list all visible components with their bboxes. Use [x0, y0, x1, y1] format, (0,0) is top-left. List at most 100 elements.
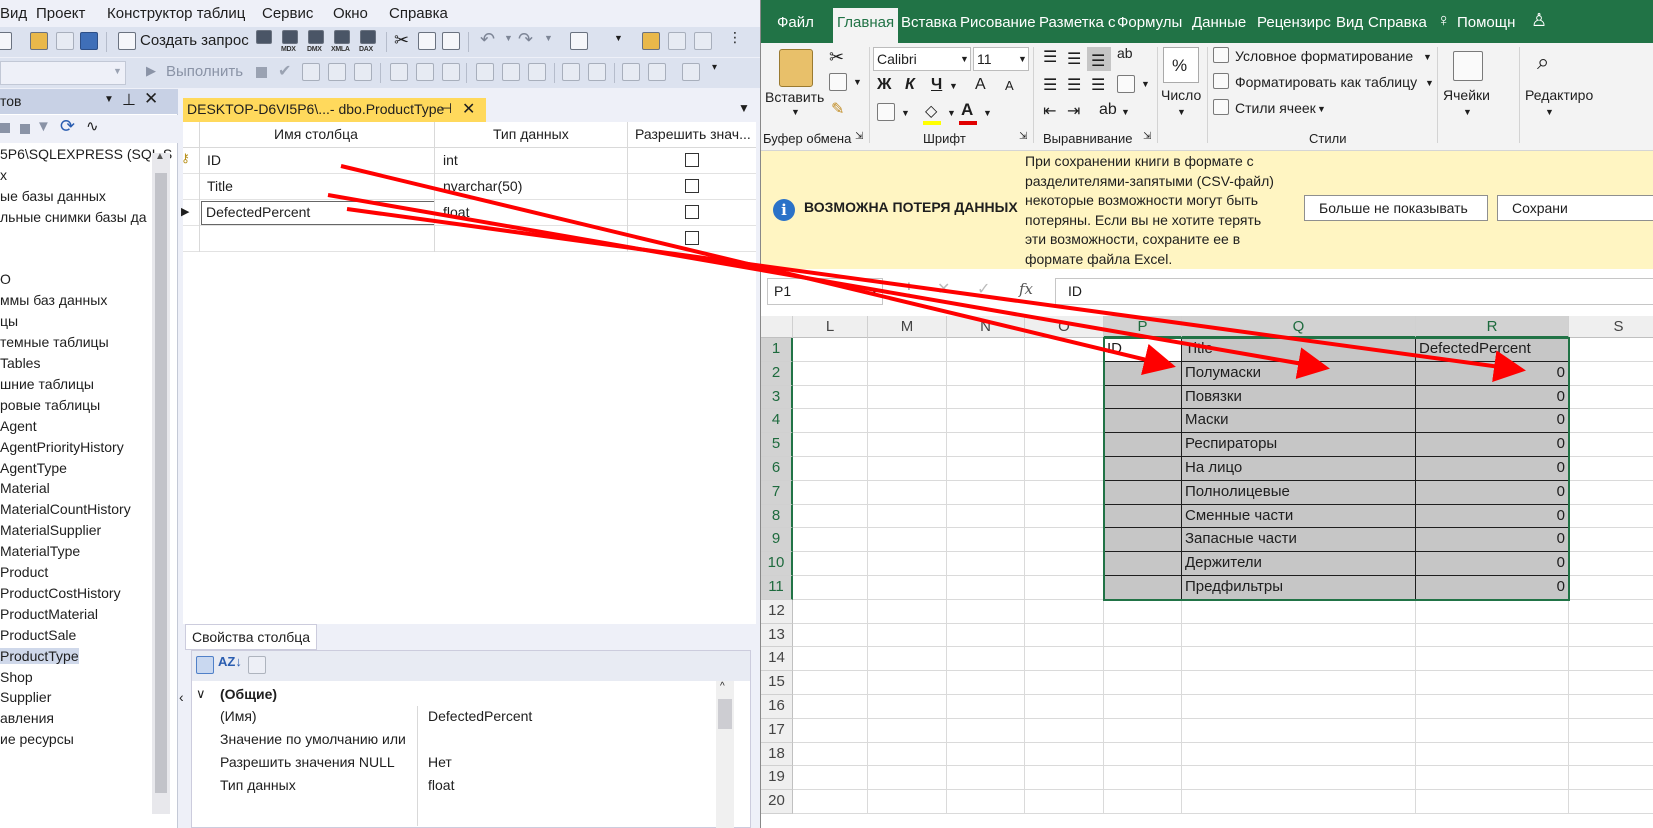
- copy-icon[interactable]: [829, 73, 847, 91]
- cell-styles-button[interactable]: Стили ячеек: [1235, 100, 1316, 116]
- cell[interactable]: [947, 385, 1025, 410]
- align-bottom-icon[interactable]: ☰: [1091, 51, 1105, 71]
- row-header[interactable]: 8: [761, 504, 793, 529]
- cell-q[interactable]: Полнолицевые: [1182, 480, 1416, 505]
- cell[interactable]: [947, 457, 1025, 481]
- merge-dropdown-icon[interactable]: ▼: [1141, 79, 1150, 89]
- dmx-query-icon[interactable]: [308, 30, 324, 44]
- designer-row[interactable]: ⚷ ID int: [181, 148, 756, 174]
- format-as-table-icon[interactable]: [1213, 73, 1229, 89]
- tree-item[interactable]: AgentPriorityHistory: [0, 439, 124, 455]
- xmla-query-icon[interactable]: [334, 30, 350, 44]
- cell-q[interactable]: [1182, 718, 1416, 743]
- menu-table-designer[interactable]: Конструктор таблиц: [107, 5, 245, 22]
- number-format-icon[interactable]: %: [1163, 47, 1199, 83]
- cell-q[interactable]: [1182, 742, 1416, 767]
- cell-s[interactable]: [1569, 600, 1653, 624]
- orientation-dropdown-icon[interactable]: ▼: [1121, 107, 1130, 117]
- cell-s[interactable]: [1569, 457, 1653, 481]
- tree-item[interactable]: ProductCostHistory: [0, 585, 121, 601]
- tab-home[interactable]: Главная: [837, 14, 894, 31]
- scroll-up-icon[interactable]: ^: [720, 681, 725, 692]
- cell-r[interactable]: 0: [1416, 480, 1569, 505]
- cell[interactable]: [793, 457, 868, 481]
- database-dropdown[interactable]: ▼: [0, 61, 126, 85]
- row-header[interactable]: 10: [761, 552, 793, 576]
- new-query-button[interactable]: Создать запрос: [140, 32, 249, 49]
- disconnect-icon[interactable]: [0, 123, 10, 133]
- tree-item[interactable]: цы: [0, 313, 18, 329]
- cell[interactable]: [793, 576, 868, 600]
- close-icon[interactable]: ✕: [462, 99, 475, 119]
- menu-window[interactable]: Окно: [333, 5, 368, 22]
- cell-r[interactable]: 0: [1416, 433, 1569, 457]
- cell-r[interactable]: [1416, 647, 1569, 672]
- font-color-dropdown-icon[interactable]: ▼: [983, 108, 992, 118]
- cell-s[interactable]: [1569, 790, 1653, 814]
- column-name-cell[interactable]: Title: [207, 178, 233, 194]
- row-header[interactable]: 3: [761, 385, 793, 410]
- cell[interactable]: [793, 528, 868, 553]
- property-group-general[interactable]: ∨ (Общие): [192, 684, 732, 706]
- cells-button[interactable]: Ячейки: [1443, 87, 1490, 103]
- refresh-icon[interactable]: ⟳: [60, 116, 75, 137]
- column-properties-tab[interactable]: Свойства столбца: [185, 624, 317, 650]
- cell[interactable]: [793, 695, 868, 719]
- cell[interactable]: [947, 599, 1025, 624]
- cell[interactable]: [793, 480, 868, 505]
- cell[interactable]: [947, 718, 1025, 743]
- number-button[interactable]: Число: [1161, 87, 1201, 103]
- panel-dropdown-icon[interactable]: ▼: [104, 94, 114, 105]
- cell[interactable]: [1025, 742, 1104, 767]
- cell-r[interactable]: 0: [1416, 576, 1569, 600]
- row-header[interactable]: 9: [761, 528, 793, 553]
- cell-s[interactable]: [1569, 552, 1653, 576]
- decrease-font-icon[interactable]: A: [1005, 78, 1014, 93]
- orientation-icon[interactable]: ab: [1099, 101, 1117, 119]
- cell-p[interactable]: [1104, 385, 1182, 410]
- cell[interactable]: [793, 504, 868, 529]
- menu-project[interactable]: Проект: [36, 5, 85, 22]
- tree-item[interactable]: ровые таблицы: [0, 397, 100, 413]
- column-name-cell[interactable]: DefectedPercent: [201, 201, 435, 225]
- cell[interactable]: [793, 552, 868, 576]
- property-value[interactable]: Нет: [428, 754, 452, 770]
- cell[interactable]: [947, 504, 1025, 529]
- open-folder-icon[interactable]: [30, 32, 48, 50]
- tab-data[interactable]: Данные: [1192, 14, 1246, 31]
- cell-r[interactable]: 0: [1416, 457, 1569, 481]
- cell[interactable]: [868, 480, 947, 505]
- mdx-query-icon[interactable]: [282, 30, 298, 44]
- cell[interactable]: [793, 433, 868, 457]
- formula-input[interactable]: ID: [1055, 278, 1653, 305]
- tab-help[interactable]: Справка: [1368, 14, 1427, 31]
- designer-row[interactable]: ▶ DefectedPercent float: [181, 200, 756, 226]
- row-header[interactable]: 1: [761, 338, 793, 362]
- cell[interactable]: [793, 623, 868, 648]
- cell[interactable]: [1025, 480, 1104, 505]
- fill-color-icon[interactable]: ◇: [925, 101, 937, 121]
- toolbar-icon[interactable]: [354, 63, 372, 81]
- cell-q[interactable]: Предфильтры: [1182, 576, 1416, 600]
- column-header-r[interactable]: R: [1416, 316, 1569, 338]
- toolbar-icon[interactable]: [694, 32, 712, 50]
- cell-q[interactable]: Маски: [1182, 409, 1416, 434]
- cell[interactable]: [868, 385, 947, 410]
- designer-row[interactable]: [183, 226, 756, 252]
- tree-item[interactable]: льные снимки базы да: [0, 209, 147, 225]
- insert-function-icon[interactable]: fx: [1019, 280, 1033, 298]
- cell-r[interactable]: [1416, 623, 1569, 648]
- cell[interactable]: [947, 433, 1025, 457]
- cell[interactable]: [947, 790, 1025, 814]
- tree-item[interactable]: MaterialType: [0, 543, 80, 559]
- find-search-icon[interactable]: ⌕: [1537, 49, 1549, 75]
- tree-item[interactable]: O: [0, 271, 11, 287]
- cell-q[interactable]: Полумаски: [1182, 361, 1416, 386]
- cell-p[interactable]: [1104, 361, 1182, 386]
- parse-icon[interactable]: ✔: [278, 61, 291, 81]
- new-item-icon[interactable]: [0, 32, 12, 50]
- tab-draw[interactable]: Рисование: [960, 14, 1036, 31]
- cell-s[interactable]: [1569, 624, 1653, 648]
- dialog-launcher-icon[interactable]: ⇲: [1019, 131, 1027, 142]
- cell-r[interactable]: [1416, 695, 1569, 719]
